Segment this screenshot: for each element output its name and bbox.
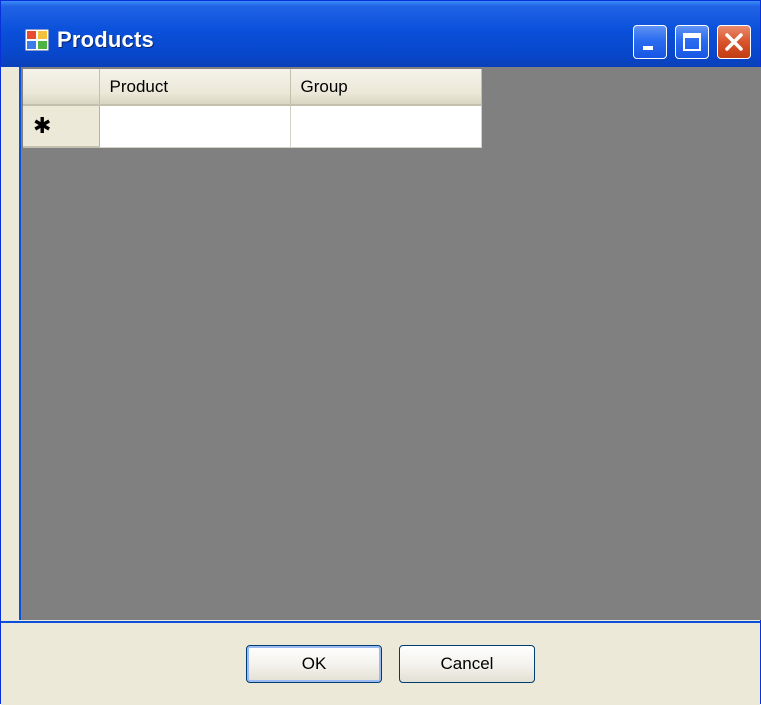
grid-header-row: Product Group [23,69,482,106]
window-title: Products [57,27,154,52]
cancel-button[interactable]: Cancel [399,645,535,683]
new-row-header[interactable]: ✱ [23,105,100,148]
column-header-product[interactable]: Product [99,69,291,106]
grid-corner-header[interactable] [23,69,100,106]
maximize-icon [683,33,701,51]
minimize-icon [643,46,653,50]
products-grid-area[interactable]: Product Group ✱ [19,67,761,620]
dialog-footer: OK Cancel [1,621,760,705]
minimize-button[interactable] [633,25,667,59]
products-window: Products Product Group ✱ OK Cancel [0,0,761,705]
products-grid[interactable]: Product Group ✱ [23,69,482,148]
ok-button[interactable]: OK [246,645,382,683]
new-row: ✱ [23,105,482,148]
maximize-button[interactable] [675,25,709,59]
product-cell[interactable] [99,105,291,148]
column-header-product-label: Product [109,76,169,96]
window-app-icon [25,29,49,51]
column-header-group[interactable]: Group [290,69,482,106]
new-row-marker-icon: ✱ [33,113,52,138]
close-button[interactable] [717,25,751,59]
title-bar[interactable]: Products [1,1,760,67]
column-header-group-label: Group [300,76,348,96]
close-icon [725,33,743,51]
group-cell[interactable] [290,105,482,148]
